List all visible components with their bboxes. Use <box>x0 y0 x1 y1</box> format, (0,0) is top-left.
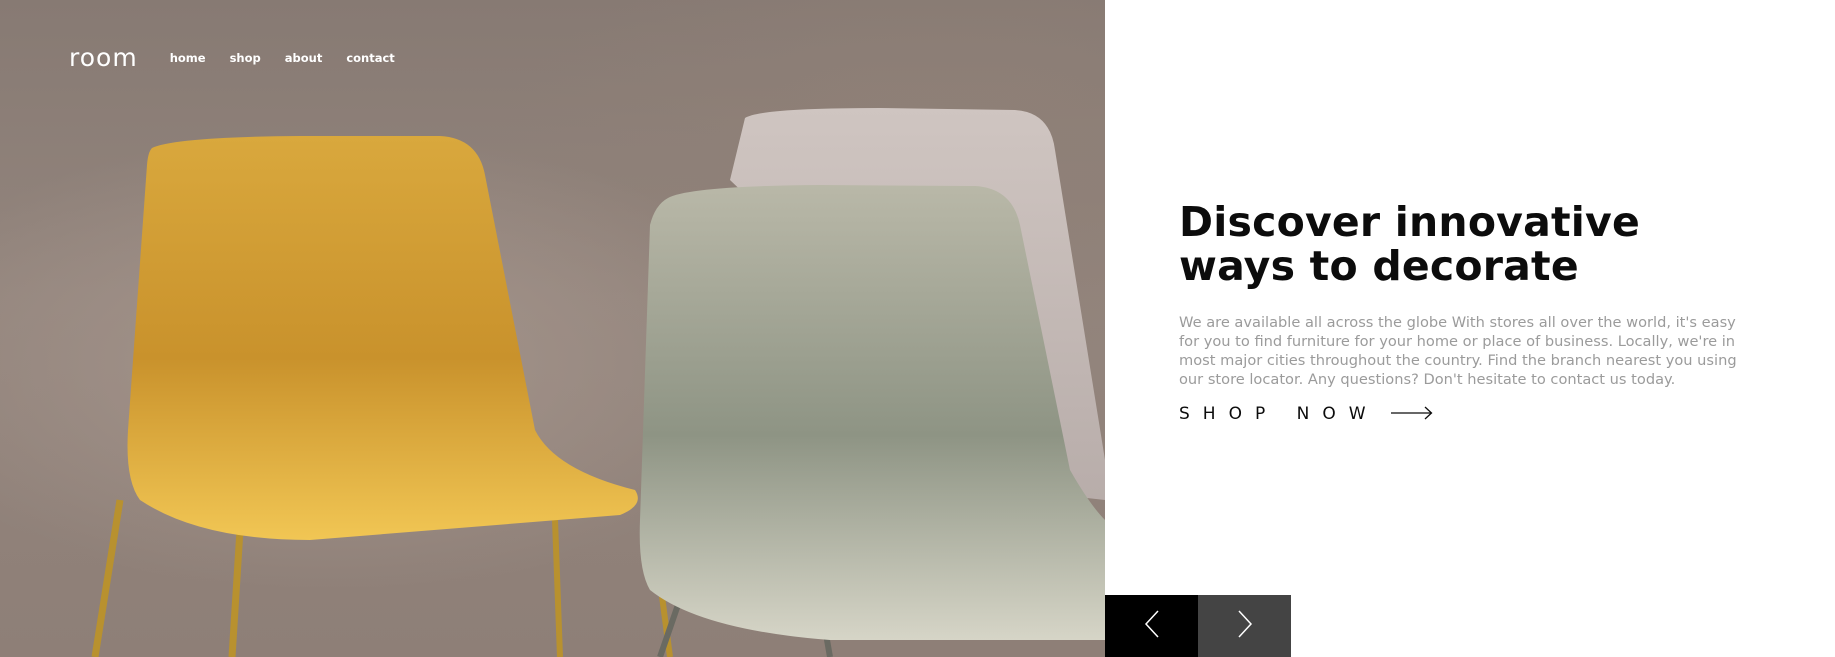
hero-headline: Discover innovative ways to decorate <box>1179 198 1640 290</box>
main-nav: room home shop about contact <box>69 44 419 72</box>
hero-content: Discover innovative ways to decorate We … <box>1179 200 1769 427</box>
slider-controls <box>1105 595 1291 657</box>
arrow-right-icon <box>1390 405 1433 424</box>
chevron-left-icon <box>1144 610 1160 642</box>
shop-now-button[interactable]: SHOP NOW <box>1179 401 1769 427</box>
nav-link-home[interactable]: home <box>170 44 206 72</box>
slider-prev-button[interactable] <box>1105 595 1198 657</box>
hero-image: room home shop about contact <box>0 0 1105 657</box>
shop-now-label: SHOP NOW <box>1179 404 1379 424</box>
nav-link-shop[interactable]: shop <box>230 44 261 72</box>
chevron-right-icon <box>1237 610 1253 642</box>
hero-description: We are available all across the globe Wi… <box>1179 314 1737 388</box>
nav-link-about[interactable]: about <box>285 44 323 72</box>
logo[interactable]: room <box>69 44 138 72</box>
nav-link-contact[interactable]: contact <box>346 44 394 72</box>
slider-next-button[interactable] <box>1198 595 1291 657</box>
chairs-photo <box>91 108 1105 657</box>
